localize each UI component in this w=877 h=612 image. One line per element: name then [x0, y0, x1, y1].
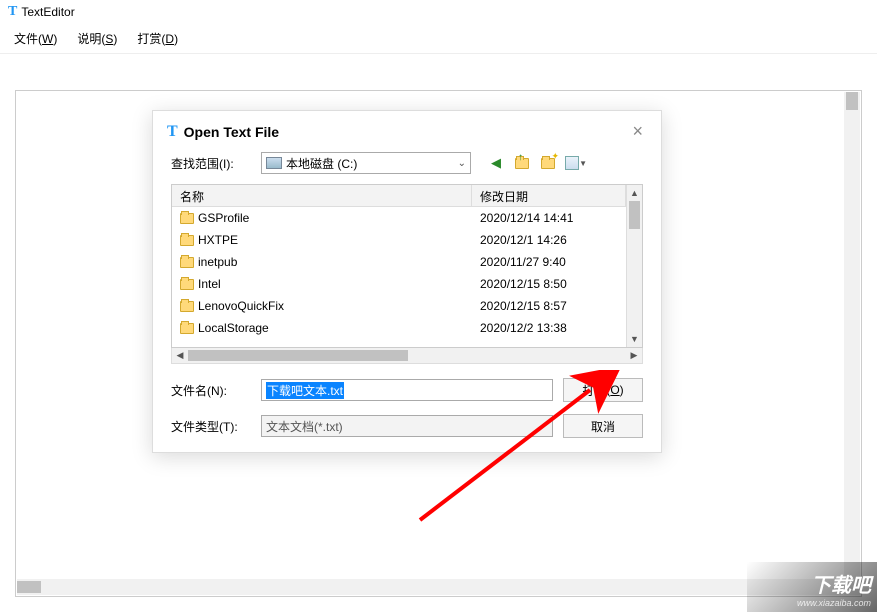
item-date: 2020/11/27 9:40 [472, 255, 626, 269]
scroll-right-icon[interactable]: ▶ [626, 350, 642, 361]
scrollbar-thumb[interactable] [846, 92, 858, 110]
watermark-text: 下载吧 [811, 569, 871, 598]
item-name: Intel [198, 277, 221, 291]
filelist-hscroll[interactable]: ◀ ▶ [171, 348, 643, 364]
dialog-icon: T [167, 123, 178, 141]
filename-input[interactable]: 下载吧文本.txt [261, 379, 553, 401]
col-name[interactable]: 名称 [172, 185, 472, 206]
drive-select[interactable]: 本地磁盘 (C:) ⌄ [261, 152, 471, 174]
filetype-label: 文件类型(T): [171, 418, 251, 435]
open-file-dialog: T Open Text File × 查找范围(I): 本地磁盘 (C:) ⌄ … [152, 110, 662, 453]
menubar: 文件(W) 说明(S) 打赏(D) [0, 24, 877, 54]
filetype-select[interactable]: 文本文档(*.txt) [261, 415, 553, 437]
menu-help[interactable]: 说明(S) [77, 30, 117, 47]
editor-hscroll[interactable] [17, 579, 843, 595]
folder-icon [180, 257, 194, 268]
open-button[interactable]: 打开(O) [563, 378, 643, 402]
item-date: 2020/12/14 14:41 [472, 211, 626, 225]
list-item[interactable]: LocalStorage 2020/12/2 13:38 [172, 317, 626, 339]
cancel-button[interactable]: 取消 [563, 414, 643, 438]
list-item[interactable]: HXTPE 2020/12/1 14:26 [172, 229, 626, 251]
list-item[interactable]: GSProfile 2020/12/14 14:41 [172, 207, 626, 229]
filelist-vscroll[interactable]: ▲ ▼ [626, 185, 642, 347]
file-list: 名称 修改日期 GSProfile 2020/12/14 14:41 HXTPE 20… [171, 184, 643, 348]
item-date: 2020/12/15 8:57 [472, 299, 626, 313]
folder-icon [180, 279, 194, 290]
lookin-label: 查找范围(I): [171, 155, 251, 172]
scrollbar-thumb[interactable] [629, 201, 640, 229]
titlebar: T TextEditor [0, 0, 877, 24]
folder-icon [180, 235, 194, 246]
list-item[interactable]: Intel 2020/12/15 8:50 [172, 273, 626, 295]
scrollbar-thumb[interactable] [17, 581, 41, 593]
scroll-down-icon[interactable]: ▼ [627, 331, 642, 347]
filename-label: 文件名(N): [171, 382, 251, 399]
item-name: inetpub [198, 255, 237, 269]
item-date: 2020/12/2 13:38 [472, 321, 626, 335]
item-name: HXTPE [198, 233, 238, 247]
back-icon[interactable]: ◀ [487, 154, 505, 172]
item-name: LocalStorage [198, 321, 269, 335]
folder-icon [180, 213, 194, 224]
app-title: TextEditor [21, 5, 74, 19]
item-date: 2020/12/1 14:26 [472, 233, 626, 247]
watermark: 下载吧 www.xiazaiba.com [747, 562, 877, 612]
app-icon: T [8, 4, 17, 20]
drive-select-value: 本地磁盘 (C:) [286, 155, 357, 172]
list-item[interactable]: inetpub 2020/11/27 9:40 [172, 251, 626, 273]
new-folder-icon[interactable]: ✦ [539, 154, 557, 172]
view-menu-icon[interactable]: ▼ [565, 156, 579, 170]
menu-donate[interactable]: 打赏(D) [137, 30, 178, 47]
dialog-toolbar: ◀ ↑ ✦ ▼ [487, 154, 579, 172]
editor-vscroll[interactable] [844, 92, 860, 595]
scroll-up-icon[interactable]: ▲ [627, 185, 642, 201]
disk-icon [266, 157, 282, 169]
folder-icon [180, 301, 194, 312]
watermark-url: www.xiazaiba.com [797, 598, 871, 608]
close-icon[interactable]: × [628, 121, 647, 142]
dialog-title: Open Text File [184, 124, 279, 140]
folder-icon [180, 323, 194, 334]
col-date[interactable]: 修改日期 [472, 185, 626, 206]
chevron-down-icon: ⌄ [458, 158, 466, 169]
item-name: LenovoQuickFix [198, 299, 284, 313]
scrollbar-thumb[interactable] [188, 350, 408, 361]
item-name: GSProfile [198, 211, 249, 225]
scroll-left-icon[interactable]: ◀ [172, 350, 188, 361]
item-date: 2020/12/15 8:50 [472, 277, 626, 291]
up-folder-icon[interactable]: ↑ [513, 154, 531, 172]
file-list-header: 名称 修改日期 [172, 185, 626, 207]
menu-file[interactable]: 文件(W) [14, 30, 57, 47]
list-item[interactable]: LenovoQuickFix 2020/12/15 8:57 [172, 295, 626, 317]
dialog-titlebar: T Open Text File × [153, 111, 661, 148]
